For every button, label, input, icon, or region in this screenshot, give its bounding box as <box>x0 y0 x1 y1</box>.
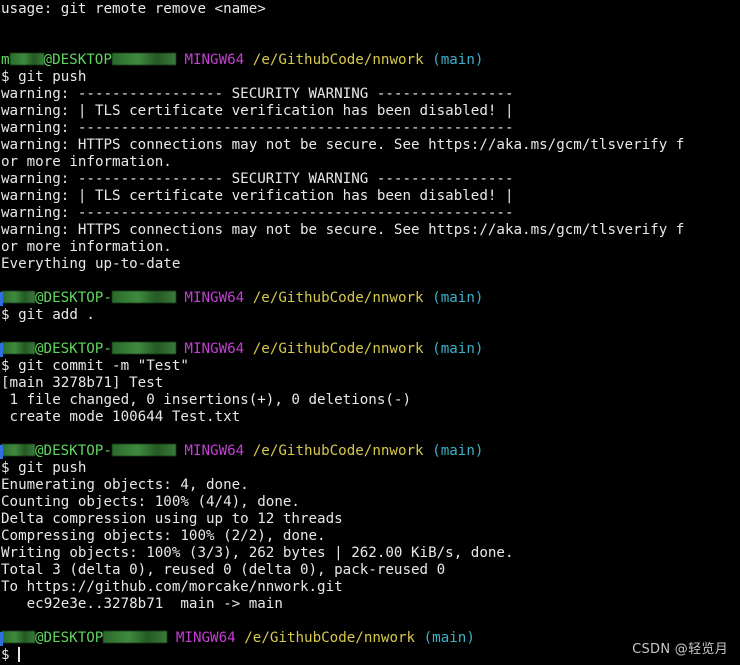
input-prompt-symbol: $ <box>1 647 19 663</box>
output-line: warning: ----------------- SECURITY WARN… <box>1 86 514 102</box>
output-line: warning: | TLS certificate verification … <box>1 188 514 204</box>
prompt-path: /e/GithubCode/nnwork <box>244 630 416 646</box>
redacted-hostname <box>111 53 176 65</box>
output-line: Delta compression using up to 12 threads <box>1 511 343 527</box>
prompt-system: MINGW64 <box>184 52 245 68</box>
prompt-system: MINGW64 <box>184 290 245 306</box>
prompt-user: m <box>1 52 10 68</box>
redacted-hostname <box>111 444 176 456</box>
line-marker <box>0 445 3 459</box>
prompt-path: /e/GithubCode/nnwork <box>252 341 424 357</box>
output-line: warning: HTTPS connections may not be se… <box>1 137 685 153</box>
output-line: $ git commit -m "Test" <box>1 358 189 374</box>
prompt-host: @DESKTOP <box>35 630 104 646</box>
input-line[interactable]: $ <box>1 647 740 664</box>
shell-prompt: @DESKTOP MINGW64 /e/GithubCode/nnwork (m… <box>1 630 740 647</box>
output-line: warning: HTTPS connections may not be se… <box>1 222 685 238</box>
shell-prompt: m @DESKTOP MINGW64 /e/GithubCode/nnwork (… <box>1 52 740 69</box>
redacted-hostname <box>103 631 168 643</box>
redacted-username <box>1 444 35 456</box>
shell-prompt: @DESKTOP- MINGW64 /e/GithubCode/nnwork (… <box>1 290 740 307</box>
output-line: Everything up-to-date <box>1 256 181 272</box>
line-marker <box>0 292 3 306</box>
output-line: ec92e3e..3278b71 main -> main <box>1 596 283 612</box>
output-line: warning: | TLS certificate verification … <box>1 103 514 119</box>
line-marker <box>0 343 3 357</box>
output-line: warning: -------------------------------… <box>1 205 514 221</box>
shell-prompt: @DESKTOP- MINGW64 /e/GithubCode/nnwork (… <box>1 341 740 358</box>
redacted-hostname <box>111 342 176 354</box>
redacted-username <box>1 342 35 354</box>
output-line: $ git add . <box>1 307 95 323</box>
redacted-hostname <box>111 291 176 303</box>
output-line: Total 3 (delta 0), reused 0 (delta 0), p… <box>1 562 446 578</box>
output-line: [main 3278b71] Test <box>1 375 164 391</box>
prompt-system: MINGW64 <box>175 630 236 646</box>
shell-prompt: @DESKTOP- MINGW64 /e/GithubCode/nnwork (… <box>1 443 740 460</box>
output-line: Enumerating objects: 4, done. <box>1 477 249 493</box>
output-line: warning: ----------------- SECURITY WARN… <box>1 171 514 187</box>
text-cursor <box>18 647 21 662</box>
prompt-host: @DESKTOP- <box>35 290 112 306</box>
output-line: Writing objects: 100% (3/3), 262 bytes |… <box>1 545 514 561</box>
prompt-branch: (main) <box>423 630 475 646</box>
output-line: Counting objects: 100% (4/4), done. <box>1 494 300 510</box>
prompt-path: /e/GithubCode/nnwork <box>252 290 424 306</box>
output-line: usage: git remote remove <name> <box>1 1 266 17</box>
redacted-username <box>1 291 35 303</box>
prompt-branch: (main) <box>432 290 484 306</box>
output-line: warning: -------------------------------… <box>1 120 514 136</box>
output-line: create mode 100644 Test.txt <box>1 409 241 425</box>
prompt-system: MINGW64 <box>184 341 245 357</box>
output-line: or more information. <box>1 239 172 255</box>
prompt-host: @DESKTOP <box>43 52 112 68</box>
redacted-username <box>9 53 44 65</box>
redacted-username <box>1 631 35 643</box>
prompt-branch: (main) <box>432 443 484 459</box>
output-line: $ git push <box>1 460 87 476</box>
output-line: Compressing objects: 100% (2/2), done. <box>1 528 326 544</box>
output-line: 1 file changed, 0 insertions(+), 0 delet… <box>1 392 411 408</box>
prompt-system: MINGW64 <box>184 443 245 459</box>
prompt-branch: (main) <box>432 341 484 357</box>
prompt-path: /e/GithubCode/nnwork <box>252 52 424 68</box>
output-line: or more information. <box>1 154 172 170</box>
output-line: $ git push <box>1 69 87 85</box>
output-line: To https://github.com/morcake/nnwork.git <box>1 579 343 595</box>
csdn-watermark: CSDN @轻览月 <box>632 642 728 657</box>
line-marker <box>0 632 3 646</box>
terminal-window[interactable]: usage: git remote remove <name> m @DESKTOP… <box>0 0 740 665</box>
prompt-host: @DESKTOP- <box>35 443 112 459</box>
prompt-branch: (main) <box>432 52 484 68</box>
prompt-host: @DESKTOP- <box>35 341 112 357</box>
prompt-path: /e/GithubCode/nnwork <box>252 443 424 459</box>
